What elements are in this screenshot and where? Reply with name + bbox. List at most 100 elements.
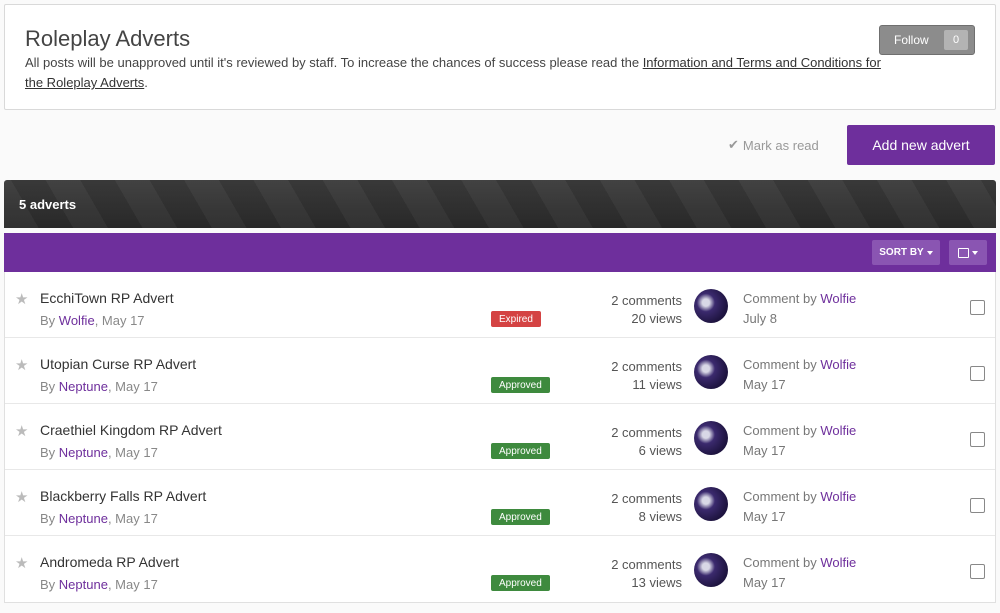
row-checkbox[interactable] xyxy=(970,498,985,513)
last-comment-date: May 17 xyxy=(743,575,786,590)
last-comment-label: Comment by xyxy=(743,357,821,372)
advert-meta: By Neptune, May 17 xyxy=(40,379,158,394)
by-label: By xyxy=(40,445,59,460)
view-count: 13 views xyxy=(631,575,682,590)
by-label: By xyxy=(40,379,59,394)
view-count: 6 views xyxy=(638,443,682,458)
mark-as-read-label: Mark as read xyxy=(742,137,819,153)
row-checkbox[interactable] xyxy=(970,366,985,381)
advert-title[interactable]: Andromeda RP Advert xyxy=(40,554,179,570)
star-icon[interactable]: ★ xyxy=(15,490,30,505)
author-link[interactable]: Wolfie xyxy=(59,313,95,328)
avatar[interactable] xyxy=(694,355,728,389)
avatar[interactable] xyxy=(694,487,728,521)
last-comment-author[interactable]: Wolfie xyxy=(820,291,856,306)
advert-stats: 2 comments 8 views xyxy=(611,490,682,526)
advert-title[interactable]: Utopian Curse RP Advert xyxy=(40,356,196,372)
follow-count: 0 xyxy=(944,30,968,50)
author-link[interactable]: Neptune xyxy=(59,511,108,526)
status-badge: Approved xyxy=(491,377,550,393)
post-date: , May 17 xyxy=(107,445,158,460)
mark-as-read-link[interactable]: ✔ Mark as read xyxy=(728,137,819,153)
advert-stats: 2 comments 20 views xyxy=(611,292,682,328)
view-count: 8 views xyxy=(638,509,682,524)
sort-by-label: SORT BY xyxy=(879,247,924,258)
avatar[interactable] xyxy=(694,553,728,587)
advert-stats: 2 comments 13 views xyxy=(611,556,682,592)
table-row: ★ Utopian Curse RP Advert By Neptune, Ma… xyxy=(5,338,995,404)
by-label: By xyxy=(40,313,59,328)
advert-count-bar: 5 adverts xyxy=(4,180,996,228)
advert-count: 5 adverts xyxy=(19,196,77,212)
last-comment: Comment by Wolfie May 17 xyxy=(743,355,856,395)
advert-stats: 2 comments 6 views xyxy=(611,424,682,460)
last-comment: Comment by Wolfie May 17 xyxy=(743,421,856,461)
last-comment-author[interactable]: Wolfie xyxy=(820,489,856,504)
last-comment-author[interactable]: Wolfie xyxy=(820,357,856,372)
table-row: ★ Andromeda RP Advert By Neptune, May 17… xyxy=(5,536,995,602)
sort-by-button[interactable]: SORT BY xyxy=(872,240,940,265)
advert-list: ★ EcchiTown RP Advert By Wolfie, May 17 … xyxy=(4,272,996,603)
last-comment-author[interactable]: Wolfie xyxy=(820,555,856,570)
star-icon[interactable]: ★ xyxy=(15,424,30,439)
comment-count: 2 comments xyxy=(611,293,682,308)
checkbox-icon xyxy=(958,247,969,258)
author-link[interactable]: Neptune xyxy=(59,445,108,460)
last-comment-label: Comment by xyxy=(743,291,821,306)
advert-meta: By Wolfie, May 17 xyxy=(40,313,145,328)
by-label: By xyxy=(40,577,59,592)
table-row: ★ EcchiTown RP Advert By Wolfie, May 17 … xyxy=(5,272,995,338)
status-badge: Expired xyxy=(491,311,541,327)
author-link[interactable]: Neptune xyxy=(59,379,108,394)
advert-meta: By Neptune, May 17 xyxy=(40,445,158,460)
table-row: ★ Craethiel Kingdom RP Advert By Neptune… xyxy=(5,404,995,470)
advert-title[interactable]: EcchiTown RP Advert xyxy=(40,290,174,306)
advert-title[interactable]: Blackberry Falls RP Advert xyxy=(40,488,206,504)
last-comment-date: May 17 xyxy=(743,377,786,392)
post-date: , May 17 xyxy=(107,379,158,394)
comment-count: 2 comments xyxy=(611,491,682,506)
advert-meta: By Neptune, May 17 xyxy=(40,511,158,526)
star-icon[interactable]: ★ xyxy=(15,556,30,571)
advert-meta: By Neptune, May 17 xyxy=(40,577,158,592)
star-icon[interactable]: ★ xyxy=(15,292,30,307)
page-title: Roleplay Adverts xyxy=(25,26,191,51)
last-comment: Comment by Wolfie May 17 xyxy=(743,553,856,593)
last-comment-label: Comment by xyxy=(743,489,821,504)
by-label: By xyxy=(40,511,59,526)
avatar[interactable] xyxy=(694,289,728,323)
last-comment-author[interactable]: Wolfie xyxy=(820,423,856,438)
view-count: 20 views xyxy=(631,311,682,326)
status-badge: Approved xyxy=(491,443,550,459)
add-new-advert-button[interactable]: Add new advert xyxy=(847,125,995,165)
star-icon[interactable]: ★ xyxy=(15,358,30,373)
last-comment: Comment by Wolfie May 17 xyxy=(743,487,856,527)
check-icon: ✔ xyxy=(728,137,739,152)
forum-header: Roleplay Adverts All posts will be unapp… xyxy=(4,4,996,110)
advert-title[interactable]: Craethiel Kingdom RP Advert xyxy=(40,422,222,438)
view-count: 11 views xyxy=(632,377,682,392)
follow-label: Follow xyxy=(894,33,929,47)
avatar[interactable] xyxy=(694,421,728,455)
description-text: All posts will be unapproved until it's … xyxy=(25,55,643,70)
list-toolbar: SORT BY xyxy=(4,233,996,272)
comment-count: 2 comments xyxy=(611,557,682,572)
comment-count: 2 comments xyxy=(611,359,682,374)
author-link[interactable]: Neptune xyxy=(59,577,108,592)
select-all-button[interactable] xyxy=(949,240,987,265)
follow-button[interactable]: Follow 0 xyxy=(879,25,975,55)
advert-stats: 2 comments 11 views xyxy=(611,358,682,394)
last-comment-label: Comment by xyxy=(743,555,821,570)
row-checkbox[interactable] xyxy=(970,432,985,447)
post-date: , May 17 xyxy=(107,511,158,526)
post-date: , May 17 xyxy=(107,577,158,592)
row-checkbox[interactable] xyxy=(970,300,985,315)
row-checkbox[interactable] xyxy=(970,564,985,579)
page-description: All posts will be unapproved until it's … xyxy=(25,53,885,93)
chevron-down-icon xyxy=(972,250,978,255)
description-suffix: . xyxy=(144,75,148,90)
chevron-down-icon xyxy=(926,250,933,255)
comment-count: 2 comments xyxy=(611,425,682,440)
status-badge: Approved xyxy=(491,575,550,591)
last-comment-label: Comment by xyxy=(743,423,821,438)
